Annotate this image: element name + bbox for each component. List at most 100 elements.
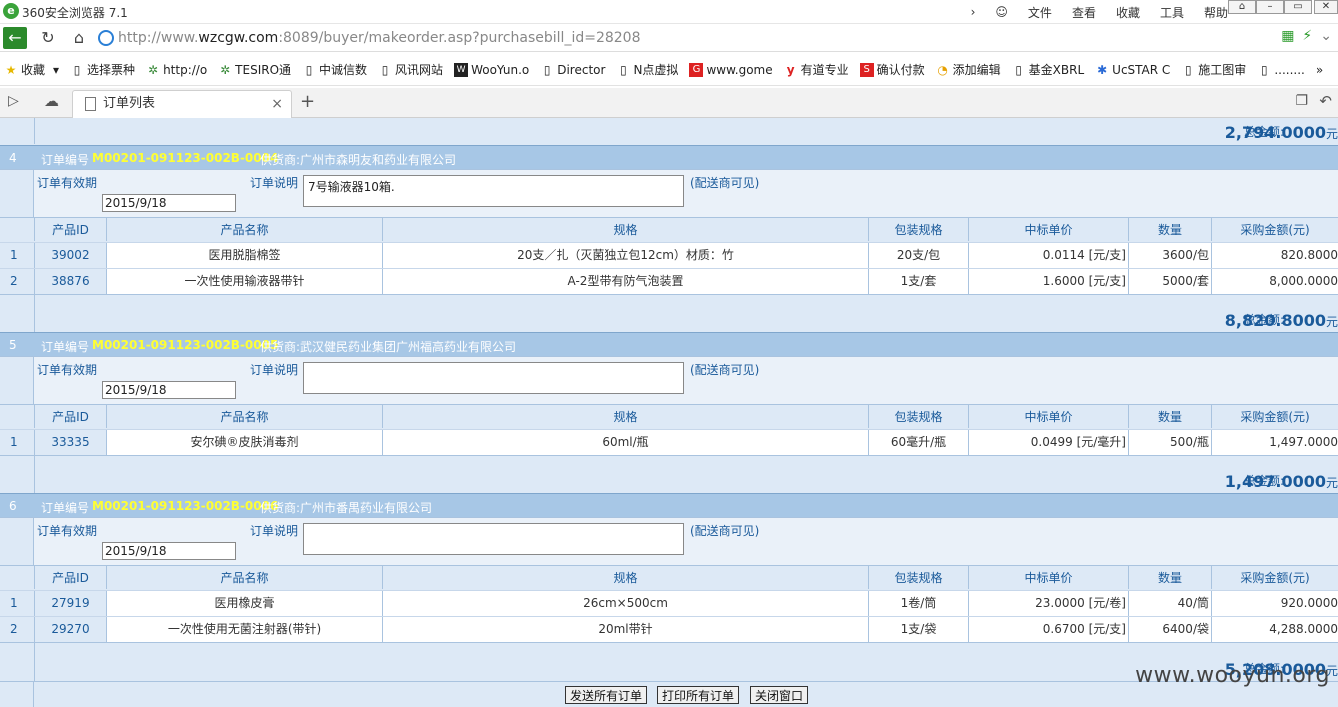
gear-icon: ✲: [220, 62, 231, 77]
menu-view[interactable]: 查看: [1072, 4, 1096, 21]
menu-file[interactable]: 文件: [1028, 4, 1052, 21]
speed-mode-icon[interactable]: ⚡: [1302, 28, 1312, 44]
valid-date-field[interactable]: 2015/9/18: [102, 542, 236, 560]
bookmark-6[interactable]: W WooYun.o: [454, 62, 529, 77]
sidebar-toggle-icon[interactable]: ▷: [8, 93, 19, 109]
valid-date-field[interactable]: 2015/9/18: [102, 381, 236, 399]
skin-icon[interactable]: ⌂: [1228, 0, 1256, 14]
page-icon: ▯: [1015, 62, 1022, 77]
url-input[interactable]: http://www. wzcgw.com:8089/buyer/makeorde…: [98, 27, 1278, 49]
table-row: 2 38876 一次性使用输液器带针 A-2型带有防气泡装置 1支/套 1.60…: [0, 268, 1338, 294]
tab-bar: ▷ ☁ 订单列表 × + ❐ ↶: [0, 88, 1338, 118]
bookmark-13[interactable]: ▯ 基金XBRL: [1012, 61, 1084, 78]
qr-icon[interactable]: ▦: [1281, 28, 1294, 44]
address-bar: ← ↻ ⌂ http://www. wzcgw.com:8089/buyer/ma…: [0, 24, 1338, 52]
bookmark-16[interactable]: ▯........: [1257, 63, 1305, 77]
bookmark-2[interactable]: ✲ http://o: [146, 63, 207, 77]
bookmark-4[interactable]: ▯ 中诚信数: [302, 61, 367, 78]
refresh-icon[interactable]: ↻: [35, 26, 61, 50]
remark-textarea[interactable]: [303, 362, 684, 394]
supplier-name: 广州市森明友和药业有限公司: [300, 153, 457, 167]
bookmark-favorites[interactable]: ★ 收藏 ▾: [4, 61, 59, 78]
page-icon: ▯: [73, 62, 81, 77]
page-icon: ▯: [1184, 62, 1192, 77]
order-total: 1,497.0000元: [1224, 472, 1338, 491]
order-total-bar: 总金额: 8,820.8000元: [0, 294, 1338, 332]
menu-arrow-icon[interactable]: ›: [971, 5, 976, 19]
bookmark-9[interactable]: Gwww.gome: [689, 62, 773, 77]
wifi-icon: ◔: [937, 62, 948, 77]
new-tab-icon[interactable]: +: [300, 91, 315, 112]
bookmark-1[interactable]: ▯ 选择票种: [70, 61, 135, 78]
dropdown-icon[interactable]: ⌄: [1320, 28, 1332, 44]
menu-help[interactable]: 帮助: [1204, 4, 1228, 21]
tab-close-icon[interactable]: ×: [271, 91, 283, 117]
bookmark-15[interactable]: ▯ 施工图审: [1181, 61, 1246, 78]
pay-icon: S: [859, 62, 874, 77]
tab-order-list[interactable]: 订单列表 ×: [72, 90, 292, 118]
bookmark-10[interactable]: y 有道专业: [784, 61, 849, 78]
page-icon: [85, 97, 96, 111]
supplier-name: 武汉健民药业集团广州福高药业有限公司: [300, 340, 517, 354]
order-content: 总金额: 2,794.0000元 4 订单编号 M00201-091123-00…: [0, 118, 1338, 707]
order-total: 2,794.0000元: [1224, 123, 1338, 142]
order-total-bar: 总金额: 1,497.0000元: [0, 455, 1338, 493]
order-total-bar: 总金额: 2,794.0000元: [0, 118, 1338, 144]
supplier-name: 广州市番禺药业有限公司: [300, 501, 433, 515]
order-info-row: 订单有效期 2015/9/18 订单说明 (配送商可见): [0, 356, 1338, 405]
order-header: 5 订单编号 M00201-091123-002B-0005 供货商:武汉健民药…: [0, 332, 1338, 356]
valid-date-field[interactable]: 2015/9/18: [102, 194, 236, 212]
address-tools: ▦ ⚡ ⌄: [1281, 28, 1332, 44]
order-number: M00201-091123-002B-0005: [92, 338, 279, 352]
page-icon: ▯: [620, 62, 627, 77]
remark-textarea[interactable]: 7号输液器10箱.: [303, 175, 684, 207]
order-number: M00201-091123-002B-0004: [92, 151, 279, 165]
page-icon: ▯: [543, 62, 551, 77]
menu-tools[interactable]: 工具: [1160, 4, 1184, 21]
table-row: 2 29270 一次性使用无菌注射器(带针) 20ml带针 1支/袋 0.670…: [0, 616, 1338, 642]
print-all-orders-button[interactable]: 打印所有订单: [657, 686, 740, 704]
minimize-icon[interactable]: –: [1256, 0, 1284, 14]
bookmark-7[interactable]: ▯ Director: [540, 62, 606, 77]
user-icon[interactable]: ☺: [995, 5, 1008, 19]
bookmark-11[interactable]: S 确认付款: [859, 61, 925, 78]
close-window-button[interactable]: 关闭窗口: [750, 686, 809, 704]
bookmark-12[interactable]: ◔ 添加编辑: [936, 61, 1000, 78]
table-header: 产品ID 产品名称 规格 包装规格 中标单价 数量 采购金额(元): [0, 565, 1338, 589]
bookmark-8[interactable]: ▯ N点虚拟: [616, 61, 678, 78]
table-row: 1 39002 医用脱脂棉签 20支／扎（灭菌独立包12cm）材质：竹 20支/…: [0, 242, 1338, 268]
browser-title: 360安全浏览器 7.1: [22, 6, 128, 20]
bookmark-5[interactable]: ▯ 风讯网站: [378, 61, 443, 78]
page-icon: ▯: [1261, 62, 1268, 77]
cloud-icon[interactable]: ☁: [44, 92, 59, 110]
home-icon[interactable]: ⌂: [66, 26, 92, 50]
order-number: M00201-091123-002B-0006: [92, 499, 279, 513]
order-total: 8,820.8000元: [1224, 311, 1338, 330]
double-chevron-icon: »: [1315, 62, 1324, 77]
page-icon: ▯: [305, 62, 313, 77]
order-info-row: 订单有效期 2015/9/18 订单说明 7号输液器10箱. (配送商可见): [0, 169, 1338, 218]
maximize-icon[interactable]: ▭: [1284, 0, 1312, 14]
back-icon[interactable]: ←: [3, 27, 27, 49]
menu-favorites[interactable]: 收藏: [1116, 4, 1140, 21]
gome-icon: G: [689, 62, 704, 77]
gear-icon: ✲: [148, 62, 159, 77]
youdao-icon: y: [786, 62, 795, 77]
close-icon[interactable]: ✕: [1314, 0, 1338, 14]
undo-close-icon[interactable]: ↶: [1319, 92, 1332, 110]
order-header: 6 订单编号 M00201-091123-002B-0006 供货商:广州市番禺…: [0, 493, 1338, 517]
table-row: 1 33335 安尔碘®皮肤消毒剂 60ml/瓶 60毫升/瓶 0.0499 […: [0, 429, 1338, 455]
table-header: 产品ID 产品名称 规格 包装规格 中标单价 数量 采购金额(元): [0, 404, 1338, 428]
browser-menu: › ☺ 文件 查看 收藏 工具 帮助: [971, 0, 1228, 24]
bookmark-3[interactable]: ✲ TESIRO通: [218, 61, 291, 78]
page-icon: ▯: [381, 62, 389, 77]
star-icon: ★: [5, 62, 17, 77]
bookmarks-more[interactable]: »: [1316, 63, 1323, 77]
send-all-orders-button[interactable]: 发送所有订单: [565, 686, 648, 704]
remark-textarea[interactable]: [303, 523, 684, 555]
bookmark-14[interactable]: ✱ UcSTAR C: [1095, 63, 1170, 77]
bookmarks-bar: ★ 收藏 ▾ ▯ 选择票种 ✲ http://o ✲ TESIRO通 ▯ 中诚信数 ▯ 风讯网…: [0, 54, 1338, 86]
tab-list-icon[interactable]: ❐: [1295, 93, 1308, 109]
watermark: www.wooyun.org: [1135, 663, 1330, 688]
browser-titlebar: e 360安全浏览器 7.1 › ☺ 文件 查看 收藏 工具 帮助 ⌂ – ▭ …: [0, 0, 1338, 24]
